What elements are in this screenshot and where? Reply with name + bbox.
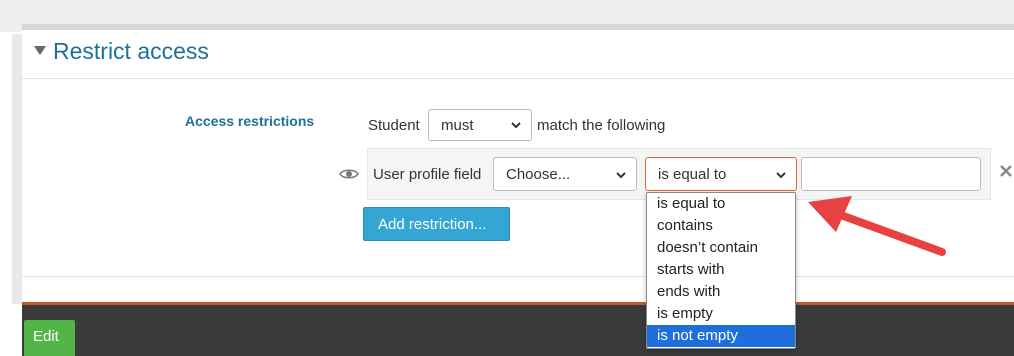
annotation-arrow-icon <box>808 196 946 256</box>
access-restrictions-label: Access restrictions <box>185 113 315 129</box>
user-profile-field-label: User profile field <box>373 166 482 183</box>
footer-bar <box>22 302 1014 356</box>
option-doesnt-contain[interactable]: doesn’t contain <box>647 237 795 259</box>
edit-button[interactable]: Edit <box>24 320 75 356</box>
student-text: Student <box>368 117 420 134</box>
chevron-down-icon <box>776 172 786 179</box>
close-icon[interactable] <box>998 163 1014 179</box>
operator-value: is equal to <box>658 166 727 183</box>
option-is-not-empty[interactable]: is not empty <box>647 325 795 347</box>
operator-select[interactable]: is equal to <box>645 157 797 191</box>
match-type-value: must <box>441 117 474 134</box>
operator-dropdown-list: is equal to contains doesn’t contain sta… <box>646 192 796 349</box>
option-contains[interactable]: contains <box>647 215 795 237</box>
section-title[interactable]: Restrict access <box>53 38 209 65</box>
profile-field-select[interactable]: Choose... <box>493 157 637 191</box>
option-is-equal-to[interactable]: is equal to <box>647 193 795 215</box>
match-type-select[interactable]: must <box>428 109 532 141</box>
header-divider <box>22 78 1014 79</box>
chevron-down-icon <box>616 172 626 179</box>
add-restriction-button[interactable]: Add restriction... <box>363 207 510 241</box>
left-edge-strip <box>12 34 22 304</box>
option-is-empty[interactable]: is empty <box>647 303 795 325</box>
collapse-triangle-icon[interactable] <box>34 46 46 55</box>
option-ends-with[interactable]: ends with <box>647 281 795 303</box>
section-bottom-divider <box>22 276 1014 277</box>
profile-field-value: Choose... <box>506 166 571 183</box>
option-starts-with[interactable]: starts with <box>647 259 795 281</box>
eye-icon[interactable] <box>339 167 359 181</box>
value-input[interactable] <box>801 157 981 191</box>
match-following-text: match the following <box>537 117 666 134</box>
chevron-down-icon <box>511 122 521 129</box>
